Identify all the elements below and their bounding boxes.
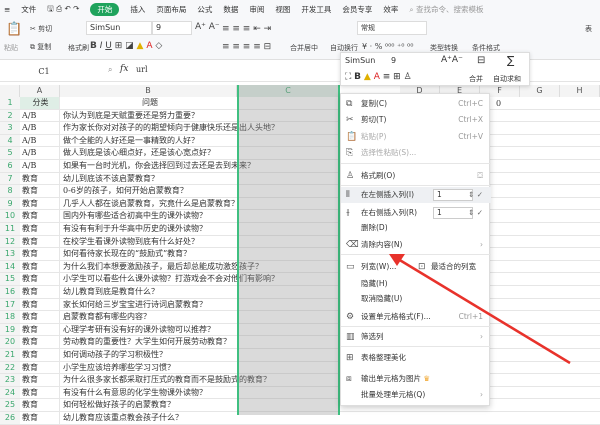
annotation-arrow [389, 254, 571, 365]
arrow-head [389, 254, 405, 266]
arrow-shaft [397, 257, 571, 365]
